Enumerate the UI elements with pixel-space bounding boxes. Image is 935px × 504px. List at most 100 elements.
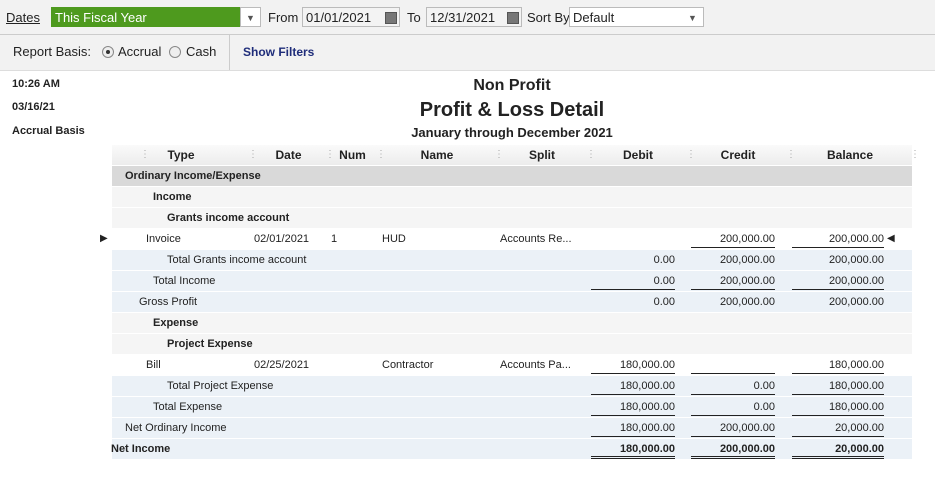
cell-debit: 180,000.00 [591,422,675,437]
table-row[interactable]: Total Grants income account 0.00 200,000.0… [112,250,912,270]
table-row[interactable]: Ordinary Income/Expense [112,166,912,186]
report-date: 03/16/21 [12,101,55,113]
table-row[interactable]: Total Expense 180,000.00 0.00 180,000.00 [112,397,912,417]
report-basis: Accrual Basis [12,125,85,137]
cell-credit: 0.00 [691,380,775,395]
report-title: Profit & Loss Detail [419,99,605,121]
dates-dropdown-button[interactable]: ▼ [240,7,261,27]
row-label: Net Ordinary Income [125,422,227,434]
cell-balance: 180,000.00 [792,359,884,374]
cell-debit: 180,000.00 [591,443,675,459]
cell-balance: 200,000.00 [828,254,884,266]
show-filters-link[interactable]: Show Filters [243,45,314,59]
cell-name: HUD [382,233,406,245]
table-row[interactable]: Income [112,187,912,207]
table-row[interactable]: Total Income 0.00 200,000.00 200,000.00 [112,271,912,291]
column-header-num[interactable]: Num [327,148,378,162]
cell-balance: 20,000.00 [792,422,884,437]
row-label: Total Income [153,275,216,287]
table-row[interactable]: Total Project Expense 180,000.00 0.00 180,0… [112,376,912,396]
cell-credit: 200,000.00 [691,233,775,248]
cash-radio[interactable] [169,46,181,58]
cell-split: Accounts Pa... [500,359,571,371]
dates-select[interactable]: This Fiscal Year [51,7,261,27]
cell-credit: 200,000.00 [719,254,775,266]
table-row[interactable]: Expense [112,313,912,333]
cell-type: Invoice [146,233,181,245]
sortby-select[interactable]: Default ▼ [569,7,704,27]
cell-balance: 200,000.00 [792,275,884,290]
report-period: January through December 2021 [411,125,613,140]
cell-date: 02/25/2021 [254,359,310,371]
table-row[interactable]: Invoice 02/01/2021 1 HUD Accounts Re... 200,0… [112,229,912,249]
cell-credit: 200,000.00 [691,275,775,290]
table-row[interactable]: Bill 02/25/2021 Contractor Accounts Pa... 18… [112,355,912,375]
cell-credit: 0.00 [691,401,775,416]
table-row[interactable]: Net Income 180,000.00 200,000.00 20,000.00 [111,439,912,459]
row-label: Ordinary Income/Expense [125,170,261,182]
cell-split: Accounts Re... [500,233,572,245]
row-label: Income [153,191,192,203]
cell-name: Contractor [382,359,434,371]
column-header-name[interactable]: Name [378,148,496,162]
to-date-input[interactable]: 12/31/2021 [426,7,522,27]
cash-label[interactable]: Cash [186,44,216,59]
dates-value: This Fiscal Year [55,10,147,25]
column-header-debit[interactable]: Debit [588,148,688,162]
report-time: 10:26 AM [12,78,60,90]
row-label: Project Expense [167,338,253,350]
cell-debit: 0.00 [653,296,675,308]
cell-balance: 20,000.00 [792,443,884,459]
chevron-down-icon: ▼ [688,13,697,23]
from-date-input[interactable]: 01/01/2021 [302,7,400,27]
from-label: From [268,10,299,25]
column-header-type[interactable]: Type [112,148,250,162]
column-header-credit[interactable]: Credit [688,148,788,162]
calendar-icon[interactable] [385,12,397,24]
row-label: Net Income [111,443,171,455]
accrual-label[interactable]: Accrual [118,44,161,59]
column-headers: Type ⋮ ⋮ Date ⋮ Num ⋮ Name ⋮ Split ⋮ Debit ⋮ Credit ⋮ B… [112,145,920,165]
row-marker-left-icon: ▶ [100,233,108,244]
column-resize-handle[interactable]: ⋮ [140,149,150,160]
cell-debit: 0.00 [653,254,675,266]
cell-credit: 200,000.00 [691,422,775,437]
cell-balance: 200,000.00 [828,296,884,308]
row-label: Total Project Expense [167,380,274,392]
row-label: Expense [153,317,199,329]
cell-balance: 180,000.00 [792,380,884,395]
row-label: Total Grants income account [167,254,307,266]
accrual-radio[interactable] [102,46,114,58]
column-header-balance[interactable]: Balance [788,148,912,162]
cell-balance: 200,000.00 [792,233,884,248]
dates-label: Dates [6,10,40,25]
chevron-down-icon: ▼ [246,13,255,23]
row-label: Grants income account [167,212,290,224]
table-row[interactable]: Project Expense [112,334,912,354]
cell-debit: 180,000.00 [591,401,675,416]
cell-credit: 200,000.00 [719,296,775,308]
row-label: Total Expense [153,401,223,413]
from-date-value: 01/01/2021 [306,10,372,25]
row-label: Gross Profit [139,296,198,308]
column-resize-handle[interactable]: ⋮ [910,149,920,160]
filter-bar: Report Basis: Accrual Cash Show Filters [0,35,935,71]
to-label: To [407,10,421,25]
table-row[interactable]: Net Ordinary Income 180,000.00 200,000.00 2… [112,418,912,438]
cell-num: 1 [331,233,338,245]
cell-debit: 180,000.00 [591,359,675,374]
to-date-value: 12/31/2021 [430,10,496,25]
company-name: Non Profit [473,77,551,94]
sortby-value: Default [573,10,615,25]
divider [229,35,230,70]
cell-debit: 180,000.00 [591,380,675,395]
cell-credit: 200,000.00 [691,443,775,459]
row-marker-right-icon: ◀ [887,233,895,244]
calendar-icon[interactable] [507,12,519,24]
cell-debit: 0.00 [591,275,675,290]
column-header-date[interactable]: Date [250,148,327,162]
table-row[interactable]: Grants income account [112,208,912,228]
cell-credit [691,359,775,374]
table-row[interactable]: Gross Profit 0.00 200,000.00 200,000.00 [112,292,912,312]
column-header-split[interactable]: Split [496,148,588,162]
